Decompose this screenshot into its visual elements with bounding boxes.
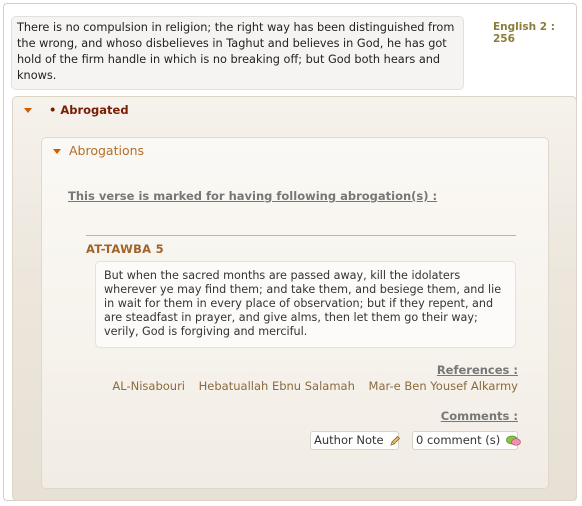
abrogations-panel: Abrogations This verse is marked for hav… <box>41 137 549 489</box>
abrogation-notice: This verse is marked for having followin… <box>68 189 438 203</box>
verse-reference: English 2 : 256 <box>493 21 555 45</box>
comments-label: Comments : <box>440 409 518 423</box>
abrogated-section: • Abrogated Abrogations This verse is ma… <box>12 96 577 501</box>
comment-count: 0 comment (s) <box>416 433 501 447</box>
comments-button[interactable]: 0 comment (s) <box>412 431 521 450</box>
divider <box>86 235 516 236</box>
reference-author[interactable]: Hebatuallah Ebnu Salamah <box>199 379 355 393</box>
reference-author[interactable]: Mar-e Ben Yousef Alkarmy <box>369 379 518 393</box>
triangle-down-icon[interactable] <box>24 108 32 113</box>
references-label: References : <box>436 363 518 377</box>
abrogating-verse-text: But when the sacred months are passed aw… <box>95 261 516 348</box>
abrogations-title[interactable]: Abrogations <box>69 143 144 158</box>
verse-panel: There is no compulsion in religion; the … <box>3 3 577 501</box>
abrogated-title[interactable]: • Abrogated <box>49 103 129 117</box>
abrogating-surah[interactable]: AT-TAWBA 5 <box>86 242 164 256</box>
verse-text: There is no compulsion in religion; the … <box>11 16 464 90</box>
references-list: AL-Nisabouri Hebatuallah Ebnu Salamah Ma… <box>102 379 518 393</box>
reference-author[interactable]: AL-Nisabouri <box>112 379 185 393</box>
speech-bubble-icon <box>506 435 521 446</box>
author-note-label: Author Note <box>314 433 384 447</box>
triangle-down-icon[interactable] <box>53 149 61 154</box>
author-note-button[interactable]: Author Note <box>310 431 401 450</box>
pencil-icon <box>390 435 401 446</box>
